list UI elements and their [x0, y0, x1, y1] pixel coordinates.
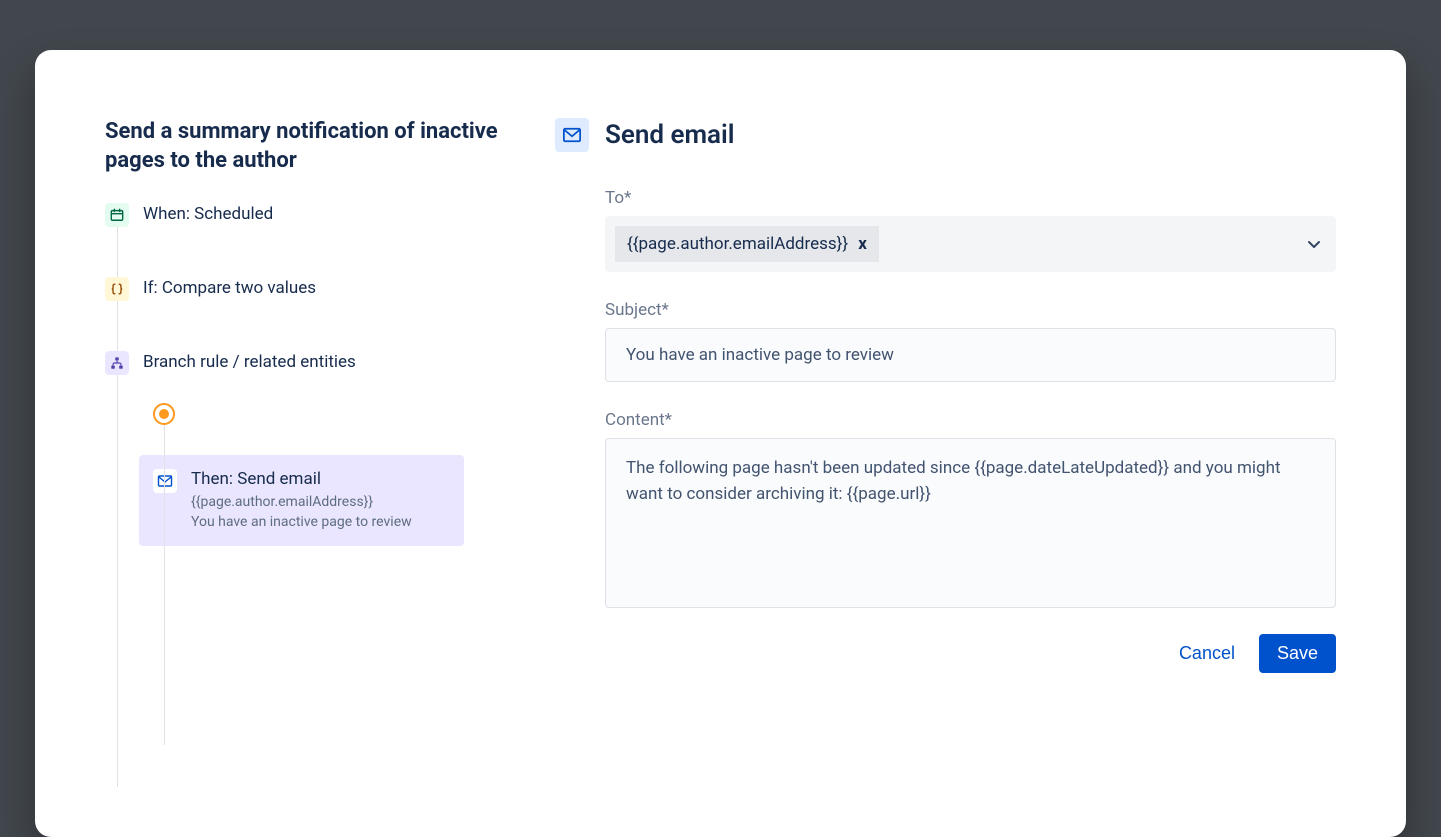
rule-title: Send a summary notification of inactive … — [105, 118, 505, 175]
to-label: To* — [605, 188, 1336, 208]
subject-label: Subject* — [605, 300, 1336, 320]
to-field[interactable]: {{page.author.emailAddress}} x — [605, 216, 1336, 272]
step-then-send-email[interactable]: Then: Send email {{page.author.emailAddr… — [139, 455, 464, 546]
node-recipient: {{page.author.emailAddress}} — [191, 493, 448, 513]
email-icon — [153, 469, 177, 493]
recipient-chip-text: {{page.author.emailAddress}} — [627, 234, 848, 254]
branch-children: Then: Send email {{page.author.emailAddr… — [153, 403, 505, 546]
email-icon — [555, 118, 589, 152]
save-button[interactable]: Save — [1259, 634, 1336, 673]
chevron-down-icon[interactable] — [1306, 236, 1322, 252]
cancel-button[interactable]: Cancel — [1173, 635, 1241, 672]
step-if[interactable]: If: Compare two values — [105, 277, 505, 301]
node-title: Then: Send email — [191, 469, 448, 489]
node-subject-preview: You have an inactive page to review — [191, 513, 448, 533]
calendar-icon — [105, 203, 129, 227]
recipient-chip: {{page.author.emailAddress}} x — [615, 226, 879, 262]
rule-tree: When: Scheduled If: Compare two values B… — [105, 203, 505, 546]
step-branch-label: Branch rule / related entities — [143, 351, 356, 372]
remove-chip-icon[interactable]: x — [858, 234, 867, 254]
editor-card: Send a summary notification of inactive … — [35, 50, 1406, 837]
action-config-panel: Send email To* {{page.author.emailAddres… — [525, 118, 1336, 837]
step-when-label: When: Scheduled — [143, 203, 273, 224]
step-branch[interactable]: Branch rule / related entities — [105, 351, 505, 375]
step-if-label: If: Compare two values — [143, 277, 316, 298]
braces-icon — [105, 277, 129, 301]
content-textarea[interactable] — [605, 438, 1336, 608]
step-when[interactable]: When: Scheduled — [105, 203, 505, 227]
branch-bullet[interactable] — [153, 403, 175, 425]
sitemap-icon — [105, 351, 129, 375]
content-label: Content* — [605, 410, 1336, 430]
panel-heading: Send email — [605, 120, 735, 150]
subject-input[interactable] — [605, 328, 1336, 382]
rule-tree-panel: Send a summary notification of inactive … — [105, 118, 525, 837]
